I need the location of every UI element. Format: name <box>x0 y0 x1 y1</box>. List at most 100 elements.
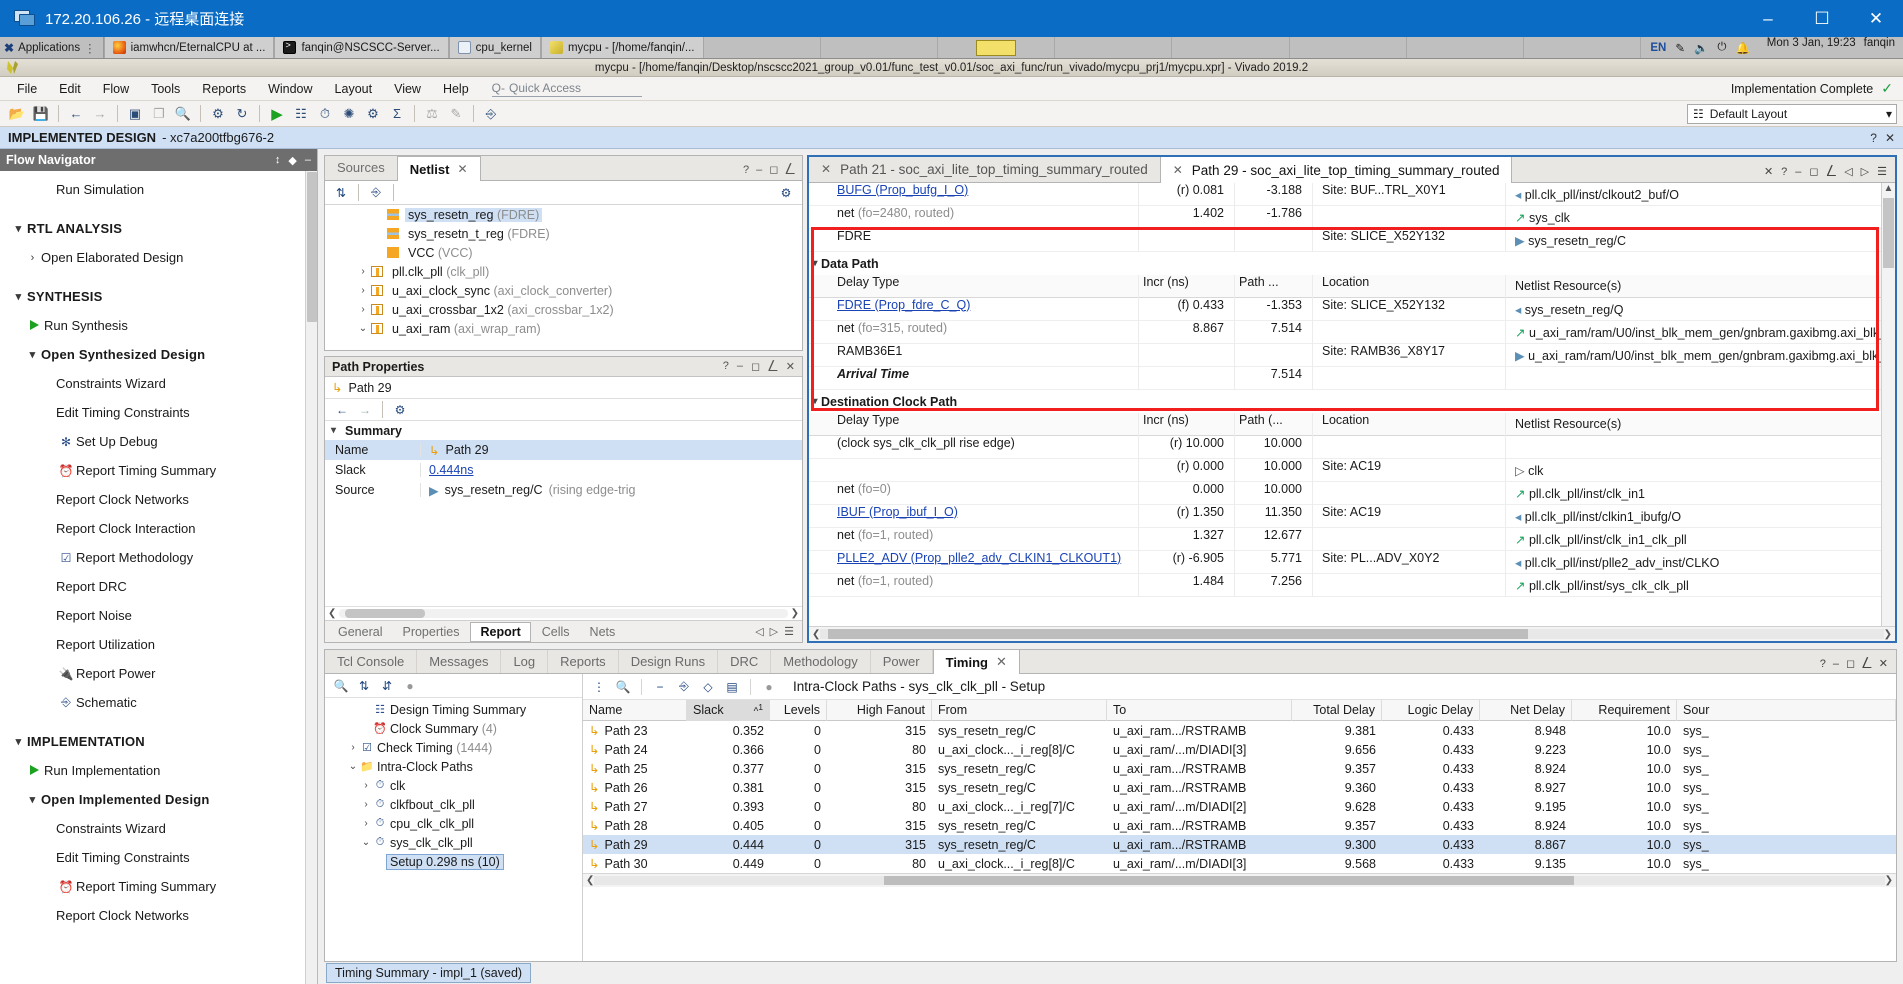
path-report-vscrollbar[interactable]: ▲ <box>1881 183 1895 626</box>
bottom-tab-tcl-console[interactable]: Tcl Console <box>325 650 418 673</box>
maximize-icon[interactable]: ◻ <box>1809 165 1818 178</box>
bottom-tab-reports[interactable]: Reports <box>548 650 619 673</box>
flow-nav-item-edit-timing-constraints[interactable]: Edit Timing Constraints <box>0 398 305 427</box>
report-delay-link[interactable]: PLLE2_ADV (Prop_plle2_adv_CLKIN1_CLKOUT1… <box>837 551 1121 565</box>
flow-navigator-scrollbar[interactable] <box>305 171 317 984</box>
report-row[interactable]: IBUF (Prop_ibuf_I_O) (r) 1.350 11.350 Site:… <box>809 504 1881 528</box>
timing-path-row[interactable]: ↳ Path 24 0.366 0 80 u_axi_clock..._i_reg[8]/… <box>583 740 1896 759</box>
path-property-row[interactable]: Name ↳ Path 29 <box>325 440 802 460</box>
help-icon[interactable]: ? <box>1820 658 1826 670</box>
flow-nav-item-report-clock-networks[interactable]: Report Clock Networks <box>0 901 305 930</box>
timing-path-row[interactable]: ↳ Path 30 0.449 0 80 u_axi_clock..._i_reg[8]/… <box>583 854 1896 873</box>
menu-flow[interactable]: Flow <box>92 79 140 99</box>
report-group-header[interactable]: ▾ Destination Clock Path <box>809 390 1881 413</box>
column-header-net-delay[interactable]: Net Delay <box>1480 699 1572 721</box>
report-delay-link[interactable]: FDRE (Prop_fdre_C_Q) <box>837 298 970 312</box>
minimize-panel-icon[interactable]: – <box>305 154 311 167</box>
timer-icon[interactable]: ⏱ <box>314 103 336 125</box>
sigma-icon[interactable]: Σ <box>386 103 408 125</box>
collapse-icon[interactable]: ⇅ <box>354 676 374 695</box>
schematic-icon[interactable]: ⎆ <box>674 677 694 696</box>
schematic-toolbar-icon[interactable]: ⎆ <box>480 103 502 125</box>
report-row[interactable]: net (fo=0) 0.000 10.000 ↗ pll.clk_pll/inst/… <box>809 481 1881 505</box>
flow-nav-item-constraints-wizard[interactable]: Constraints Wizard <box>0 814 305 843</box>
minus-icon[interactable]: − <box>650 677 670 696</box>
next-icon[interactable]: ▷ <box>1861 165 1869 178</box>
taskbar-item-vivado[interactable]: mycpu - [/home/fanqin/... <box>540 37 704 58</box>
menu-window[interactable]: Window <box>257 79 323 99</box>
netlist-settings-gear-icon[interactable]: ⚙ <box>776 183 796 202</box>
timing-tree-node-clock-summary[interactable]: ⏰ Clock Summary (4) <box>325 719 582 738</box>
summary-group-header[interactable]: ▾ Summary <box>325 421 802 440</box>
redo-icon[interactable]: → <box>89 103 111 125</box>
netlist-row[interactable]: › u_axi_clock_sync (axi_clock_converter) <box>325 281 802 300</box>
scroll-left-icon[interactable]: ❮ <box>812 629 820 640</box>
float-icon[interactable]: ⎳ <box>1862 657 1872 670</box>
report-row[interactable]: net (fo=1, routed) 1.484 7.256 ↗ pll.clk_pl… <box>809 573 1881 597</box>
save-icon[interactable]: 💾 <box>30 103 52 125</box>
undo-icon[interactable]: ← <box>65 103 87 125</box>
report-row[interactable]: BUFG (Prop_bufg_I_O) (r) 0.081 -3.188 Site:… <box>809 183 1881 206</box>
bottom-tab-log[interactable]: Log <box>501 650 549 673</box>
help-icon[interactable]: ? <box>743 164 749 176</box>
flow-nav-item-report-drc[interactable]: Report DRC <box>0 572 305 601</box>
rdp-minimize-button[interactable]: – <box>1741 0 1795 37</box>
flow-nav-item-report-timing-summary[interactable]: ⏰ Report Timing Summary <box>0 872 305 901</box>
bottom-tab-messages[interactable]: Messages <box>417 650 502 673</box>
minimize-icon[interactable]: – <box>1795 166 1801 178</box>
report-row[interactable]: net (fo=2480, routed) 1.402 -1.786 ↗ sys_cl… <box>809 205 1881 229</box>
path-property-row[interactable]: Slack 0.444ns <box>325 460 802 480</box>
menu-file[interactable]: File <box>6 79 48 99</box>
menu-layout[interactable]: Layout <box>324 79 384 99</box>
scroll-up-icon[interactable]: ▲ <box>1884 183 1894 194</box>
tab-path-21[interactable]: ✕ Path 21 - soc_axi_lite_top_timing_summ… <box>809 157 1160 182</box>
run-implementation-icon[interactable]: ▶ <box>266 103 288 125</box>
expander-icon[interactable]: ⌄ <box>355 323 371 334</box>
help-icon[interactable]: ? <box>1781 166 1787 178</box>
battery-icon[interactable]: ⏻ <box>1717 41 1726 54</box>
scroll-left-icon[interactable]: ❮ <box>586 875 594 886</box>
bottom-tab-power[interactable]: Power <box>871 650 933 673</box>
timing-path-row[interactable]: ↳ Path 27 0.393 0 80 u_axi_clock..._i_reg[7]/… <box>583 797 1896 816</box>
flow-nav-item-report-timing-summary[interactable]: ⏰ Report Timing Summary <box>0 456 305 485</box>
flow-nav-item-report-noise[interactable]: Report Noise <box>0 601 305 630</box>
flow-nav-item-run-synthesis[interactable]: Run Synthesis <box>0 311 305 340</box>
timing-path-row[interactable]: ↳ Path 25 0.377 0 315 sys_resetn_reg/C u_axi_r… <box>583 759 1896 778</box>
close-tab-icon[interactable]: ✕ <box>1764 165 1773 178</box>
menu-view[interactable]: View <box>383 79 432 99</box>
path-report-rows[interactable]: BUFG (Prop_bufg_I_O) (r) 0.081 -3.188 Site:… <box>809 183 1881 626</box>
expander-icon[interactable]: › <box>359 780 373 791</box>
layout-select[interactable]: ☷ Default Layout ▾ <box>1687 103 1897 124</box>
next-icon[interactable]: ▷ <box>770 625 778 638</box>
prev-icon[interactable]: ◁ <box>1844 165 1852 178</box>
timing-path-row[interactable]: ↳ Path 29 0.444 0 315 sys_resetn_reg/C u_axi_r… <box>583 835 1896 854</box>
netlist-tree[interactable]: sys_resetn_reg (FDRE) sys_resetn_t_reg (F… <box>325 205 802 350</box>
timing-path-row[interactable]: ↳ Path 23 0.352 0 315 sys_resetn_reg/C u_axi_r… <box>583 721 1896 740</box>
bottom-tab-drc[interactable]: DRC <box>718 650 772 673</box>
netlist-row[interactable]: sys_resetn_reg (FDRE) <box>325 205 802 224</box>
menu-help[interactable]: Help <box>432 79 480 99</box>
column-header-requirement[interactable]: Requirement <box>1572 699 1677 721</box>
close-icon[interactable]: ✕ <box>786 360 795 373</box>
expander-icon[interactable]: ⌄ <box>346 761 360 772</box>
timing-table-body[interactable]: ↳ Path 23 0.352 0 315 sys_resetn_reg/C u_axi_r… <box>583 721 1896 873</box>
path-report-hscrollbar[interactable]: ❮ ❯ <box>809 626 1895 641</box>
bottom-tab-timing[interactable]: Timing ✕ <box>932 650 1020 674</box>
report-row[interactable]: net (fo=315, routed) 8.867 7.514 ↗ u_axi_ra… <box>809 320 1881 344</box>
menu-icon[interactable]: ☰ <box>1877 165 1887 178</box>
collapse-all-icon[interactable]: ⇅ <box>331 183 351 202</box>
timing-tree-node-clk[interactable]: › ⏱ clk <box>325 776 582 795</box>
flow-nav-item-open-implemented-design[interactable]: ▾ Open Implemented Design <box>0 785 305 814</box>
path-properties-tab-report[interactable]: Report <box>470 621 531 642</box>
timing-path-row[interactable]: ↳ Path 28 0.405 0 315 sys_resetn_reg/C u_axi_r… <box>583 816 1896 835</box>
flow-nav-item-implementation[interactable]: ▾ IMPLEMENTATION <box>0 727 305 756</box>
gear2-icon[interactable]: ⚙ <box>362 103 384 125</box>
scroll-right-icon[interactable]: ❯ <box>1885 875 1893 886</box>
timing-table-hscrollbar[interactable]: ❮ ❯ <box>583 873 1896 887</box>
report-row[interactable]: (r) 0.000 10.000 Site: AC19 ▷ clk <box>809 458 1881 482</box>
timing-path-row[interactable]: ↳ Path 26 0.381 0 315 sys_resetn_reg/C u_axi_r… <box>583 778 1896 797</box>
search-icon[interactable]: 🔍 <box>331 676 351 695</box>
rdp-maximize-button[interactable]: ☐ <box>1795 0 1849 37</box>
minimize-icon[interactable]: – <box>756 164 762 176</box>
diamond-icon[interactable]: ◇ <box>698 677 718 696</box>
